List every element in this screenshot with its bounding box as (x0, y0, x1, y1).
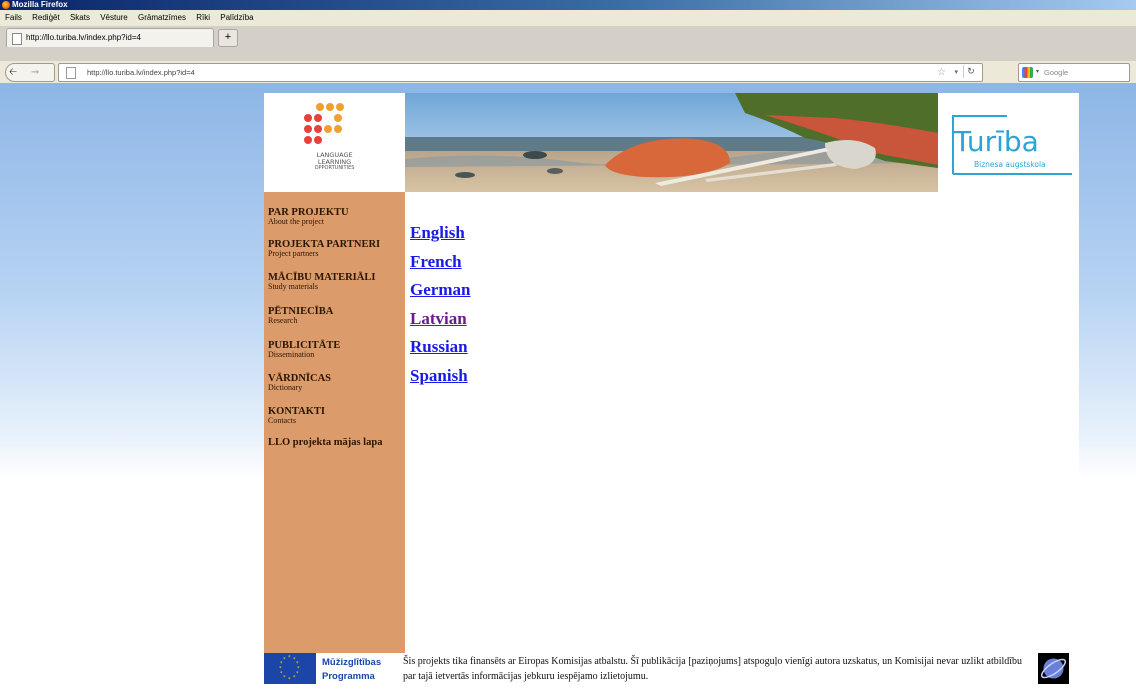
search-engine-icon[interactable] (1022, 67, 1033, 78)
nav-subtitle: Contacts (268, 416, 296, 425)
programme-name-line2: Programma (322, 671, 375, 682)
logo-dot (314, 114, 322, 122)
turiba-name: Turība (954, 125, 1039, 158)
language-link-latvian[interactable]: Latvian (410, 305, 470, 334)
eu-stars-icon: * ** *** *** *** (279, 655, 300, 683)
search-box[interactable]: ▾ Google (1018, 63, 1130, 82)
tab-bar: http://llo.turiba.lv/index.php?id=4 + (0, 26, 1136, 62)
planet-icon (1038, 653, 1069, 684)
logo-dot (314, 136, 322, 144)
language-link-english[interactable]: English (410, 219, 470, 248)
search-engine-dropdown-icon[interactable]: ▾ (1036, 64, 1039, 81)
eu-flag-logo: * * * * * * * * * * * * (264, 653, 316, 684)
turiba-logo[interactable]: Turība Biznesa augstskola (938, 93, 1079, 192)
logo-dot (336, 103, 344, 111)
page-icon (12, 33, 22, 45)
page-viewport: LANGUAGE LEARNING OPPORTUNITIES Turība B… (0, 84, 1136, 684)
tab-current[interactable]: http://llo.turiba.lv/index.php?id=4 (6, 28, 214, 47)
reload-icon[interactable]: ↻ (963, 65, 978, 78)
logo-dot (326, 103, 334, 111)
menu-fails[interactable]: Fails (5, 10, 22, 26)
llo-logo[interactable]: LANGUAGE LEARNING OPPORTUNITIES (264, 93, 405, 192)
lifelong-learning-programme-logo: Mūžizglītības Programma (319, 653, 399, 684)
sidebar-item-macibu-materiali[interactable]: MĀCĪBU MATERIĀLI Study materials (268, 272, 375, 291)
site-identity-icon[interactable] (66, 67, 76, 79)
url-bar[interactable]: http://llo.turiba.lv/index.php?id=4 ☆ ▾ … (58, 63, 983, 82)
sidebar-item-kontakti[interactable]: KONTAKTI Contacts (268, 406, 325, 425)
nav-subtitle: Dissemination (268, 350, 315, 359)
new-tab-button[interactable]: + (218, 29, 238, 47)
svg-text:*: * (283, 657, 286, 663)
svg-text:*: * (288, 655, 291, 661)
language-link-german[interactable]: German (410, 276, 470, 305)
beach-landscape-image (405, 93, 938, 192)
logo-line: OPPORTUNITIES (314, 165, 355, 171)
turiba-subtitle: Biznesa augstskola (974, 160, 1046, 169)
back-forward-group: 🡠 ➞ (5, 63, 55, 82)
sidebar-item-projekta-partneri[interactable]: PROJEKTA PARTNERI Project partners (268, 239, 380, 258)
bookmark-star-icon[interactable]: ☆ (937, 64, 946, 81)
nav-subtitle: Project partners (268, 249, 319, 258)
page-footer: * * * * * * * * * * * * Mūžizglītības Programma … (264, 653, 1079, 684)
llo-dots-graphic (304, 103, 364, 153)
menu-redigets[interactable]: Rediģēt (32, 10, 60, 26)
svg-text:*: * (283, 675, 286, 681)
language-link-russian[interactable]: Russian (410, 333, 470, 362)
logo-dot (316, 103, 324, 111)
nav-subtitle: Dictionary (268, 383, 303, 392)
logo-dot (334, 114, 342, 122)
sidebar-item-par-projektu[interactable]: PAR PROJEKTU About the project (268, 207, 349, 226)
disclaimer-text: Šis projekts tika finansēts ar Eiropas K… (403, 656, 1023, 682)
tab-label: http://llo.turiba.lv/index.php?id=4 (26, 33, 141, 42)
menu-vesture[interactable]: Vēsture (100, 10, 128, 26)
logo-dot (334, 125, 342, 133)
svg-text:*: * (288, 677, 291, 683)
url-text[interactable]: http://llo.turiba.lv/index.php?id=4 (87, 64, 195, 81)
sidebar-item-publicitate[interactable]: PUBLICITĀTE Dissemination (268, 340, 340, 359)
page-container: LANGUAGE LEARNING OPPORTUNITIES Turība B… (264, 93, 1079, 684)
back-arrow-icon[interactable]: 🡠 (9, 64, 17, 81)
window-titlebar: Mozilla Firefox (0, 0, 1136, 10)
header-banner-image (405, 93, 938, 192)
nav-subtitle: About the project (268, 217, 324, 226)
llo-logo-text: LANGUAGE LEARNING OPPORTUNITIES (264, 152, 405, 171)
language-link-french[interactable]: French (410, 248, 470, 277)
nav-subtitle: Study materials (268, 282, 318, 291)
language-link-spanish[interactable]: Spanish (410, 362, 470, 391)
menu-gramatzimes[interactable]: Grāmatzīmes (138, 10, 186, 26)
firefox-icon (2, 1, 10, 9)
sidebar-item-petnieciba[interactable]: PĒTNIECĪBA Research (268, 306, 333, 325)
planet-graphic (1040, 658, 1067, 679)
navigation-toolbar: 🡠 ➞ http://llo.turiba.lv/index.php?id=4 … (0, 61, 1136, 84)
nav-subtitle: Research (268, 316, 298, 325)
logo-dot (304, 125, 312, 133)
sidebar-item-home-page[interactable]: LLO projekta mājas lapa (268, 437, 382, 448)
logo-dot (324, 125, 332, 133)
forward-arrow-icon[interactable]: ➞ (31, 64, 39, 81)
sidebar-item-vardnicas[interactable]: VĀRDNĪCAS Dictionary (268, 373, 331, 392)
sidebar-nav: PAR PROJEKTU About the project PROJEKTA … (264, 192, 405, 684)
url-dropdown-icon[interactable]: ▾ (954, 64, 958, 81)
logo-dot (314, 125, 322, 133)
menu-riki[interactable]: Rīki (196, 10, 210, 26)
logo-dot (304, 114, 312, 122)
language-list: English French German Latvian Russian Sp… (410, 219, 470, 391)
programme-name-line1: Mūžizglītības (322, 657, 382, 668)
menubar: Fails Rediģēt Skats Vēsture Grāmatzīmes … (0, 10, 1136, 26)
window-title: Mozilla Firefox (12, 0, 68, 9)
logo-dot (304, 136, 312, 144)
menu-skats[interactable]: Skats (70, 10, 90, 26)
search-placeholder: Google (1044, 68, 1069, 77)
menu-palidziba[interactable]: Palīdzība (220, 10, 253, 26)
